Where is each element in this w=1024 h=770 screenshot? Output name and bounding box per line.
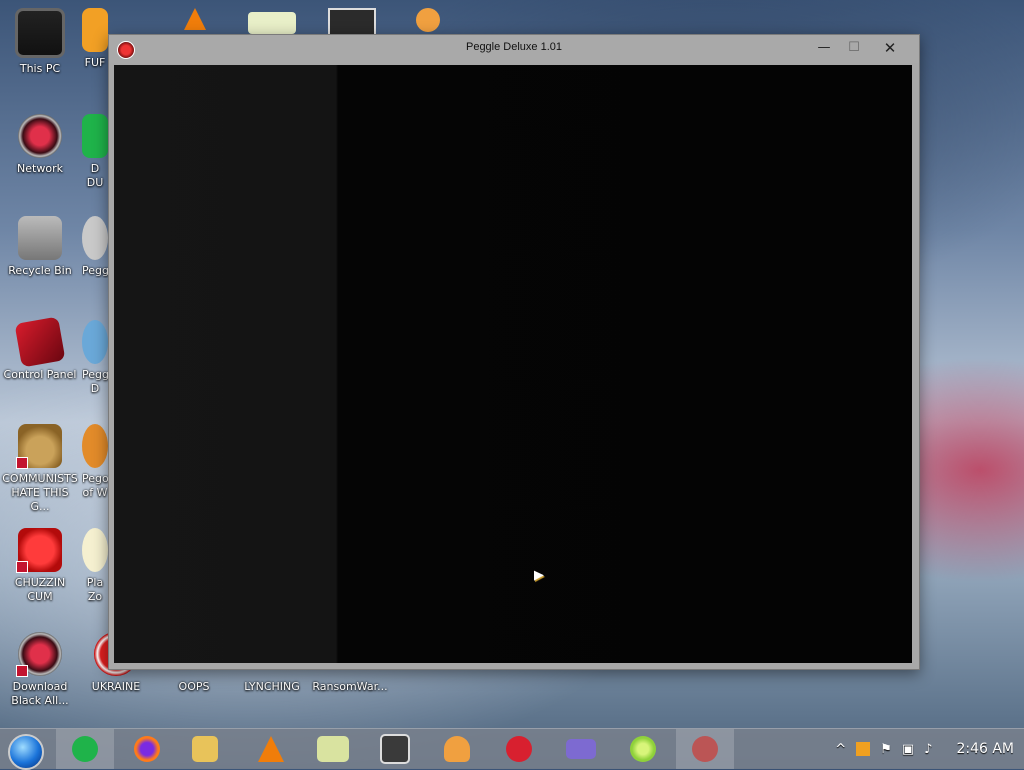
app-icon: [82, 8, 108, 52]
person-icon: [444, 736, 470, 762]
desktop-icon-plants[interactable]: Pla Zo: [82, 528, 108, 604]
icon-label: This PC: [19, 62, 61, 75]
tray-overflow-icon[interactable]: ^: [835, 742, 846, 757]
desktop-icon-communists[interactable]: COMMUNISTS HATE THIS G...: [2, 424, 78, 514]
dev-cpp-icon: [506, 736, 532, 762]
shortcut-arrow-icon: [16, 457, 28, 469]
desktop-icon-peggle-3[interactable]: Pego of W: [82, 424, 108, 500]
maximize-button[interactable]: ☐: [839, 37, 869, 59]
desktop-icon-vlc[interactable]: [184, 8, 206, 30]
icon-label: Network: [17, 162, 63, 175]
icon-label: COMMUNISTS HATE THIS G...: [2, 472, 78, 513]
window-titlebar[interactable]: Peggle Deluxe 1.01 — ☐ ✕: [109, 35, 919, 63]
hxd-icon: [317, 736, 349, 762]
icon-label: Download Black All...: [11, 680, 69, 707]
chuzzle-icon: [16, 528, 62, 573]
card-icon: [566, 739, 596, 759]
icon-label: UKRAINE: [91, 680, 141, 693]
shortcut-arrow-icon: [16, 665, 28, 677]
desktop-icon-chuzzin[interactable]: CHUZZIN CUM: [2, 528, 78, 604]
desktop-icon-du[interactable]: D DU: [82, 114, 108, 190]
peggle-window[interactable]: Peggle Deluxe 1.01 — ☐ ✕: [108, 34, 920, 670]
network-icon: [18, 114, 62, 158]
peggle-icon: [82, 320, 108, 364]
icon-label: FUF: [84, 56, 106, 69]
desktop-icon-peggle-1[interactable]: Pegg: [82, 216, 108, 278]
recycle-bin-icon: [18, 216, 62, 260]
tray-app-icon[interactable]: [856, 742, 871, 756]
taskbar-app-firefox[interactable]: [118, 729, 176, 769]
firefox-icon: [134, 736, 160, 762]
desktop-icon-person[interactable]: [416, 8, 440, 32]
system-tray: ^ ⚑ ▣ ♪ 2:46 AM: [825, 729, 1014, 769]
computer-icon: [15, 8, 65, 58]
vlc-icon: [258, 736, 284, 762]
taskbar: ^ ⚑ ▣ ♪ 2:46 AM: [0, 728, 1024, 770]
lime-icon: [630, 736, 656, 762]
notes-icon: [72, 736, 98, 762]
desktop-icon-download[interactable]: Download Black All...: [2, 632, 78, 708]
taskbar-app-vlc[interactable]: [242, 729, 300, 769]
minimize-button[interactable]: —: [809, 37, 839, 59]
control-panel-icon: [14, 316, 66, 368]
icon-label: Pego of W: [82, 472, 108, 499]
shortcut-arrow-icon: [16, 561, 28, 573]
window-title: Peggle Deluxe 1.01: [465, 41, 562, 53]
square-app-icon: [380, 734, 410, 764]
icon-label: D DU: [86, 162, 104, 189]
folder-icon: [192, 736, 218, 762]
peggle-taskbar-icon: [692, 736, 718, 762]
peggle-icon: [82, 424, 108, 468]
peggle-icon: [82, 216, 108, 260]
icon-label: Pegg: [82, 264, 108, 277]
taskbar-app-notes[interactable]: [56, 729, 114, 769]
taskbar-app-card[interactable]: [552, 729, 610, 769]
desktop-icon-control-panel[interactable]: Control Panel: [2, 316, 78, 382]
taskbar-app-person[interactable]: [428, 729, 486, 769]
taskbar-app-hxd[interactable]: [304, 729, 362, 769]
desktop-icon-network[interactable]: Network: [2, 114, 78, 176]
desktop-icon-this-pc[interactable]: This PC: [2, 8, 78, 76]
icon-label: Pegg D: [82, 368, 108, 395]
desktop-icon-fuf[interactable]: FUF: [82, 8, 108, 70]
flower-icon: [82, 528, 108, 572]
icon-label: Pla Zo: [86, 576, 104, 603]
taskbar-app-peggle[interactable]: [676, 729, 734, 769]
close-button[interactable]: ✕: [875, 37, 905, 59]
icon-label: Control Panel: [3, 368, 77, 381]
mouse-cursor-icon: [534, 570, 544, 586]
taskbar-app-lime[interactable]: [614, 729, 672, 769]
flag-icon[interactable]: ⚑: [880, 742, 892, 757]
game-canvas[interactable]: [114, 65, 912, 663]
icon-label: RansomWar...: [312, 680, 388, 693]
download-icon: [16, 632, 62, 677]
money-bag-icon: [16, 424, 62, 469]
icon-label: OOPS: [178, 680, 210, 693]
network-icon[interactable]: ▣: [902, 742, 914, 757]
desktop-icon-recycle-bin[interactable]: Recycle Bin: [2, 216, 78, 278]
desktop-icon-hxd[interactable]: [248, 12, 296, 34]
taskbar-app-dev-cpp[interactable]: [490, 729, 548, 769]
taskbar-app-file-explorer[interactable]: [176, 729, 234, 769]
icon-label: Recycle Bin: [8, 264, 72, 277]
app-icon: [82, 114, 108, 158]
start-button[interactable]: [8, 734, 44, 770]
desktop-icon-peggle-2[interactable]: Pegg D: [82, 320, 108, 396]
icon-label: LYNCHING: [244, 680, 300, 693]
clock[interactable]: 2:46 AM: [956, 741, 1014, 757]
taskbar-app-square[interactable]: [366, 729, 424, 769]
icon-label: CHUZZIN CUM: [14, 576, 66, 603]
volume-icon[interactable]: ♪: [924, 742, 932, 757]
